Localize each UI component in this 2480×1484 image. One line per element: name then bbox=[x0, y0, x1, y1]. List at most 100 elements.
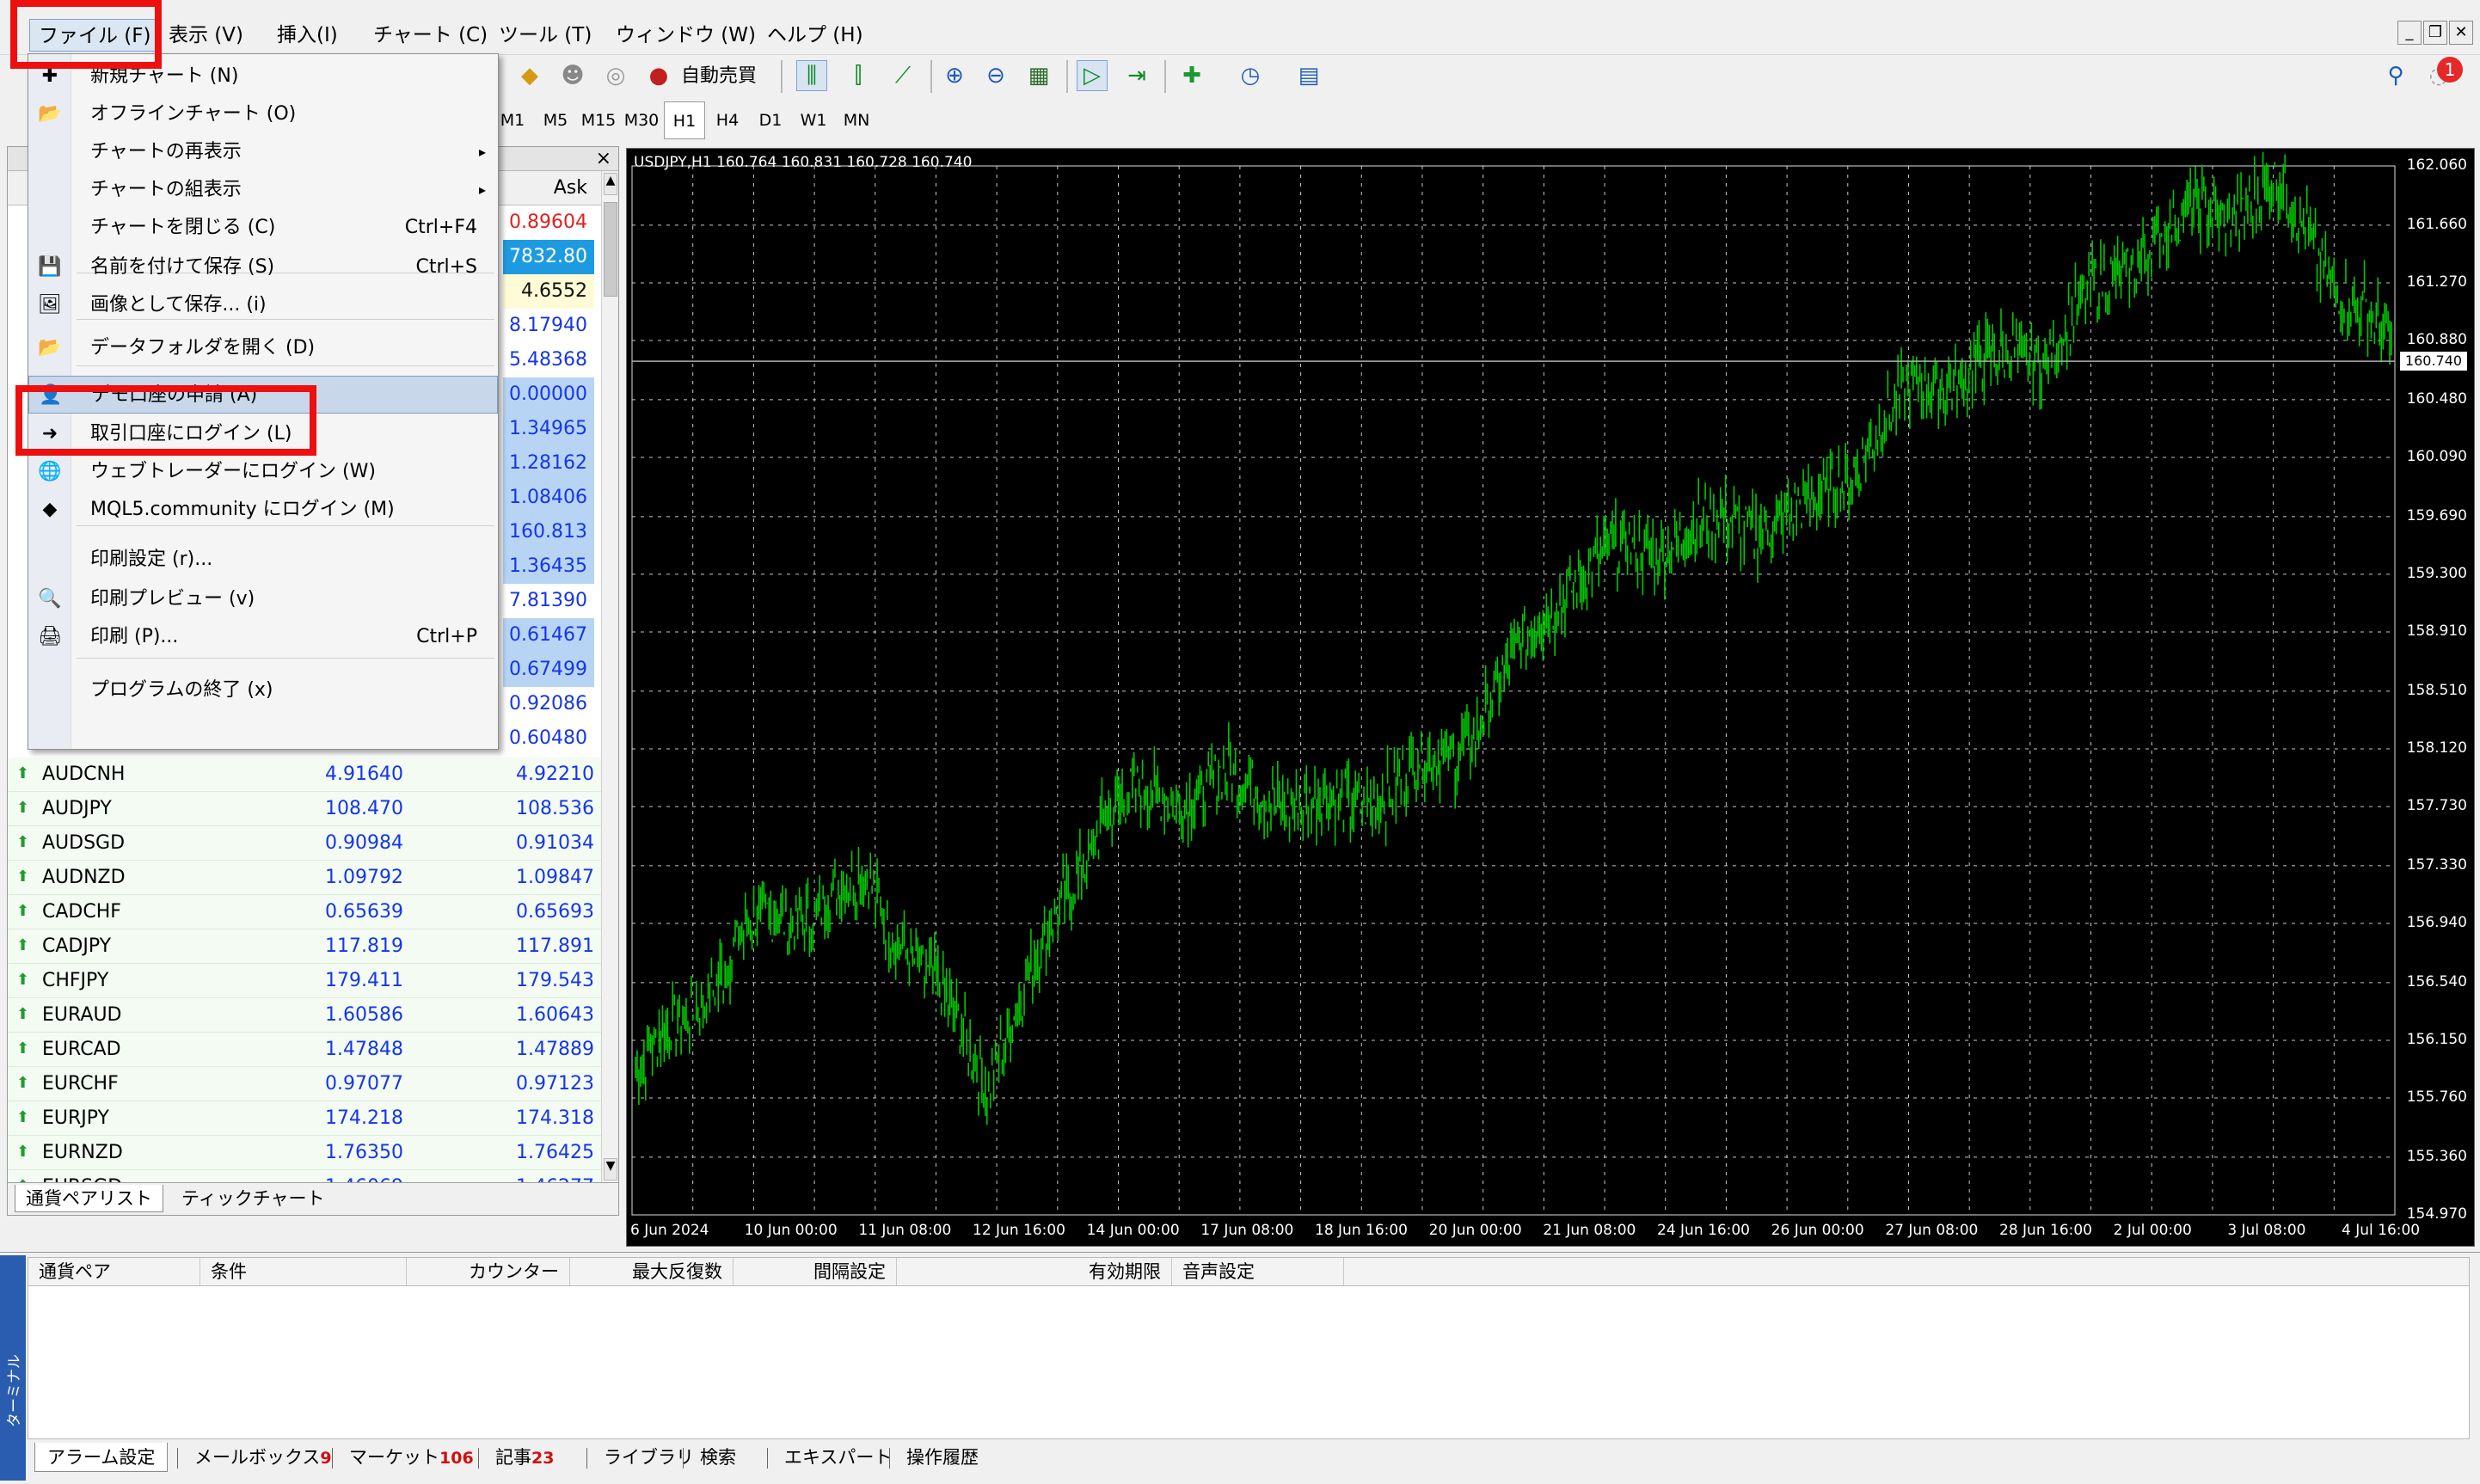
ask-cell: 0.92086 bbox=[503, 687, 594, 721]
tf-m15[interactable]: M15 bbox=[578, 101, 619, 139]
file-menu-item[interactable]: 🖼 画像として保存... (i) bbox=[28, 286, 498, 324]
x-tick-label: 21 Jun 08:00 bbox=[1543, 1222, 1636, 1239]
col-interval[interactable]: 間隔設定 bbox=[734, 1258, 897, 1285]
terminal-tab[interactable]: マーケット106 bbox=[337, 1443, 486, 1472]
chart-window[interactable]: USDJPY,H1 160.764 160.831 160.728 160.74… bbox=[626, 148, 2475, 1247]
autoscroll-icon[interactable]: ▷ bbox=[1077, 60, 1108, 91]
bid-price: 0.90984 bbox=[325, 832, 403, 854]
templates-icon[interactable]: ▤ bbox=[1293, 60, 1324, 91]
up-arrow-icon: ⬆ bbox=[16, 764, 30, 782]
menu-chart[interactable]: チャート (C) bbox=[365, 19, 496, 52]
symbol-row[interactable]: ⬆ EURCHF 0.97077 0.97123 bbox=[8, 1067, 601, 1101]
close-icon[interactable]: × bbox=[596, 147, 611, 171]
bar-chart-icon[interactable]: ⫼ bbox=[796, 60, 827, 91]
restore-icon[interactable]: ❐ bbox=[2423, 21, 2447, 45]
bid-price: 179.411 bbox=[325, 970, 403, 991]
printer-icon: 🖨 bbox=[38, 626, 62, 647]
tf-d1[interactable]: D1 bbox=[750, 101, 791, 139]
close-icon[interactable]: ✕ bbox=[2449, 21, 2473, 45]
file-menu-item[interactable]: 🌐 ウェブトレーダーにログイン (W) bbox=[28, 453, 498, 491]
file-menu-item[interactable]: 印刷設定 (r)... bbox=[28, 541, 498, 579]
col-symbol[interactable]: 通貨ペア bbox=[28, 1258, 200, 1285]
signal-icon[interactable]: ◎ bbox=[600, 60, 631, 91]
print-preview-icon: 🔍 bbox=[38, 588, 62, 610]
indicators-icon[interactable]: ✚ bbox=[1176, 60, 1207, 91]
x-tick-label: 20 Jun 00:00 bbox=[1428, 1222, 1522, 1239]
symbol-row[interactable]: ⬆ CADJPY 117.819 117.891 bbox=[8, 929, 601, 964]
auto-trade-icon[interactable]: ● bbox=[643, 60, 674, 91]
zoom-in-icon[interactable]: ⊕ bbox=[939, 60, 970, 91]
eraser-icon[interactable]: ◆ bbox=[514, 60, 545, 91]
col-max-iterations[interactable]: 最大反復数 bbox=[570, 1258, 734, 1285]
tf-m5[interactable]: M5 bbox=[535, 101, 576, 139]
market-watch-scrollbar[interactable]: ▲ ▼ bbox=[601, 171, 618, 1208]
tf-h4[interactable]: H4 bbox=[707, 101, 748, 139]
file-menu-item[interactable]: 🔍 印刷プレビュー (v) bbox=[28, 580, 498, 618]
auto-trade-button[interactable]: 自動売買 bbox=[681, 60, 757, 93]
search-icon[interactable]: ⚲ bbox=[2380, 60, 2411, 91]
terminal-tab[interactable]: 検索 bbox=[688, 1443, 748, 1472]
file-menu-item[interactable]: 💾 名前を付けて保存 (S) Ctrl+S bbox=[28, 248, 498, 286]
col-expiration[interactable]: 有効期限 bbox=[897, 1258, 1172, 1285]
symbol-row[interactable]: ⬆ CADCHF 0.65639 0.65693 bbox=[8, 895, 601, 929]
ask-cell: 7832.80 bbox=[503, 240, 594, 274]
symbol-row[interactable]: ⬆ EURCAD 1.47848 1.47889 bbox=[8, 1033, 601, 1067]
menu-window[interactable]: ウィンドウ (W) bbox=[607, 19, 764, 52]
tile-windows-icon[interactable]: ▦ bbox=[1023, 60, 1054, 91]
file-menu-item[interactable]: 📂 データフォルダを開く (D) bbox=[28, 329, 498, 367]
col-condition[interactable]: 条件 bbox=[200, 1258, 407, 1285]
menu-help[interactable]: ヘルプ (H) bbox=[758, 19, 872, 52]
bid-price: 0.65639 bbox=[325, 901, 403, 923]
terminal-tab[interactable]: エキスパート bbox=[772, 1443, 904, 1472]
terminal-tab[interactable]: 記事23 bbox=[483, 1443, 566, 1472]
symbol-name: CADJPY bbox=[42, 935, 112, 957]
folder-icon: 📂 bbox=[38, 103, 62, 125]
tf-mn[interactable]: MN bbox=[836, 101, 877, 139]
minimize-icon[interactable]: _ bbox=[2397, 21, 2422, 45]
symbol-row[interactable]: ⬆ CHFJPY 179.411 179.543 bbox=[8, 964, 601, 998]
zoom-out-icon[interactable]: ⊖ bbox=[980, 60, 1011, 91]
terminal-tab[interactable]: アラーム設定 bbox=[34, 1443, 169, 1472]
terminal-tab[interactable]: メールボックス9 bbox=[182, 1443, 344, 1472]
x-tick-label: 4 Jul 16:00 bbox=[2342, 1222, 2421, 1239]
candlestick-icon[interactable]: ⫿ bbox=[843, 60, 874, 91]
highlight-demo-account bbox=[15, 385, 316, 456]
menu-insert[interactable]: 挿入(I) bbox=[268, 19, 347, 52]
notification-badge[interactable]: 1 bbox=[2437, 57, 2463, 83]
file-menu-item[interactable]: 📂 オフラインチャート (O) bbox=[28, 95, 498, 133]
current-price-label: 160.740 bbox=[2400, 352, 2467, 371]
tf-w1[interactable]: W1 bbox=[793, 101, 834, 139]
file-menu-item[interactable]: ◆ MQL5.community にログイン (M) bbox=[28, 491, 498, 529]
tab-tick-chart[interactable]: ティックチャート bbox=[171, 1185, 335, 1212]
tf-h1[interactable]: H1 bbox=[664, 101, 705, 139]
symbol-row[interactable]: ⬆ AUDJPY 108.470 108.536 bbox=[8, 792, 601, 826]
periods-icon[interactable]: ◷ bbox=[1235, 60, 1266, 91]
col-sound[interactable]: 音声設定 bbox=[1172, 1258, 1344, 1285]
symbol-row[interactable]: ⬆ EURAUD 1.60586 1.60643 bbox=[8, 998, 601, 1033]
symbol-row[interactable]: ⬆ EURJPY 174.218 174.318 bbox=[8, 1101, 601, 1136]
person-icon[interactable]: ☻ bbox=[557, 60, 588, 91]
chart-shift-icon[interactable]: ⇥ bbox=[1121, 60, 1152, 91]
ask-cell: 0.67499 bbox=[503, 653, 594, 687]
symbol-row[interactable]: ⬆ EURNZD 1.76350 1.76425 bbox=[8, 1136, 601, 1170]
file-menu-item[interactable]: チャートを閉じる (C) Ctrl+F4 bbox=[28, 209, 498, 247]
tab-symbols[interactable]: 通貨ペアリスト bbox=[15, 1185, 163, 1212]
symbol-row[interactable]: ⬆ AUDNZD 1.09792 1.09847 bbox=[8, 861, 601, 895]
menu-view[interactable]: 表示 (V) bbox=[160, 19, 252, 52]
file-menu-item[interactable]: チャートの再表示 ▸ bbox=[28, 133, 498, 171]
terminal-tab[interactable]: 操作履歴 bbox=[894, 1443, 991, 1472]
file-menu-item[interactable]: 🖨 印刷 (P)... Ctrl+P bbox=[28, 618, 498, 656]
col-counter[interactable]: カウンター bbox=[407, 1258, 570, 1285]
symbol-row[interactable]: ⬆ AUDCNH 4.91640 4.92210 bbox=[8, 757, 601, 792]
tf-m30[interactable]: M30 bbox=[621, 101, 662, 139]
line-chart-icon[interactable]: ⟋ bbox=[887, 60, 918, 91]
alarm-table-body[interactable] bbox=[28, 1286, 2470, 1439]
file-menu-item[interactable]: プログラムの終了 (x) bbox=[28, 671, 498, 709]
column-ask[interactable]: Ask bbox=[554, 171, 587, 205]
symbol-row[interactable]: ⬆ AUDSGD 0.90984 0.91034 bbox=[8, 826, 601, 861]
menu-item-label: 画像として保存... (i) bbox=[90, 294, 267, 316]
file-menu-item[interactable]: チャートの組表示 ▸ bbox=[28, 171, 498, 209]
x-tick-label: 12 Jun 16:00 bbox=[973, 1222, 1065, 1239]
menu-tools[interactable]: ツール (T) bbox=[490, 19, 600, 52]
menu-item-shortcut: Ctrl+F4 bbox=[404, 217, 477, 238]
